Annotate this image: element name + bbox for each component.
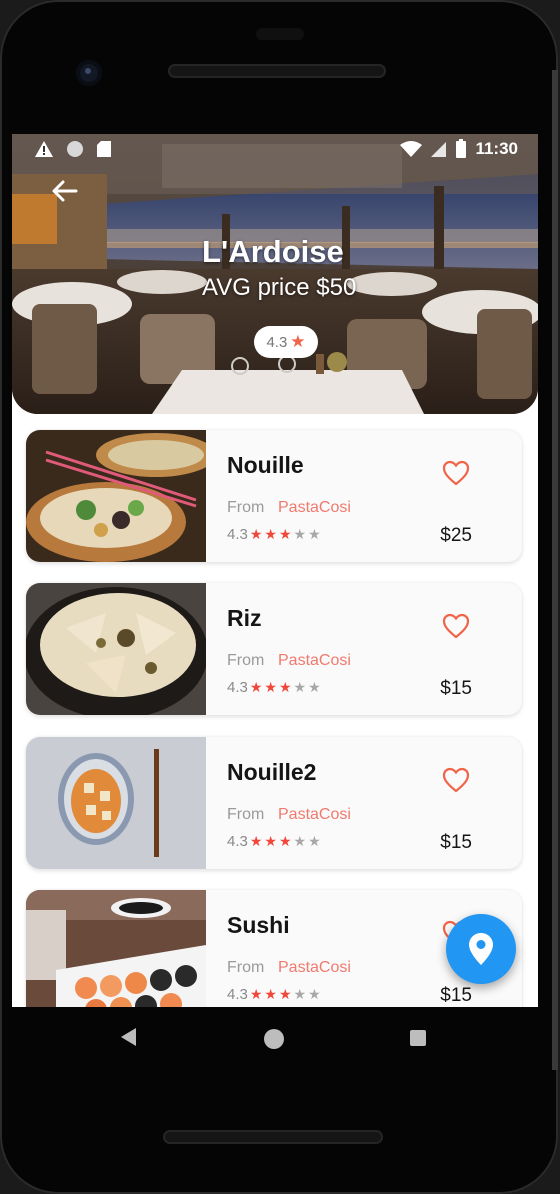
star-filled-icon: ★: [264, 679, 277, 695]
dish-image-riz: [26, 583, 206, 715]
alert-icon: [35, 141, 53, 157]
from-label: From: [227, 652, 265, 669]
dish-card[interactable]: Nouille From PastaCosi 4.3 ★ ★ ★ ★ ★ $25: [26, 430, 522, 562]
dish-rating-value: 4.3: [227, 833, 248, 850]
star-icon: ★: [290, 332, 306, 351]
star-filled-icon: ★: [249, 833, 263, 849]
restaurant-link[interactable]: PastaCosi: [278, 652, 351, 670]
star-filled-icon: ★: [278, 833, 292, 849]
nav-home-icon[interactable]: [264, 1029, 284, 1049]
dish-rating: 4.3 ★ ★ ★ ★ ★: [227, 986, 321, 1003]
dish-rating: 4.3 ★ ★ ★ ★ ★: [227, 526, 321, 543]
dish-image-nouille2: [26, 737, 206, 869]
star-empty-icon: ★: [308, 833, 321, 849]
dish-price: $25: [440, 525, 472, 546]
star-empty-icon: ★: [308, 526, 321, 542]
map-location-button[interactable]: [446, 914, 516, 984]
location-pin-icon: [469, 933, 493, 965]
bottom-speaker: [163, 1130, 383, 1144]
dish-rating: 4.3 ★ ★ ★ ★ ★: [227, 833, 321, 850]
heart-outline-icon[interactable]: [442, 613, 470, 639]
restaurant-link[interactable]: PastaCosi: [278, 499, 351, 517]
restaurant-rating-value: 4.3: [266, 333, 288, 351]
android-nav-bar: [12, 1007, 538, 1073]
nav-back-icon[interactable]: [120, 1027, 138, 1047]
heart-outline-icon[interactable]: [442, 460, 470, 486]
star-filled-icon: ★: [278, 986, 292, 1002]
phone-side-edge: [552, 70, 558, 1070]
star-filled-icon: ★: [278, 526, 292, 542]
star-empty-icon: ★: [308, 679, 321, 695]
star-empty-icon: ★: [293, 833, 307, 849]
battery-icon: [456, 139, 467, 158]
heart-outline-icon[interactable]: [442, 767, 470, 793]
dish-name: Riz: [227, 605, 262, 631]
restaurant-hero: 11:30 L'Ardoise AVG price $50 4.3 ★: [12, 134, 538, 414]
wifi-icon: [400, 141, 423, 157]
earpiece: [256, 28, 304, 40]
from-label: From: [227, 806, 265, 823]
restaurant-name: L'Ardoise: [202, 234, 344, 269]
dish-name: Sushi: [227, 912, 290, 938]
star-filled-icon: ★: [278, 679, 292, 695]
from-label: From: [227, 959, 265, 976]
sim-card-icon: [97, 141, 111, 157]
dish-rating-value: 4.3: [227, 526, 248, 543]
dish-price: $15: [440, 832, 472, 853]
restaurant-rating-badge: 4.3 ★: [254, 326, 318, 358]
app-screen: 11:30 L'Ardoise AVG price $50 4.3 ★ Noui…: [12, 134, 538, 1007]
dish-rating: 4.3 ★ ★ ★ ★ ★: [227, 679, 321, 696]
restaurant-avg-price: AVG price $50: [202, 274, 357, 301]
dish-card[interactable]: Riz From PastaCosi 4.3 ★ ★ ★ ★ ★ $15: [26, 583, 522, 715]
star-empty-icon: ★: [293, 986, 307, 1002]
star-empty-icon: ★: [293, 526, 307, 542]
star-filled-icon: ★: [264, 526, 277, 542]
star-filled-icon: ★: [249, 526, 263, 542]
front-camera: [76, 60, 102, 86]
star-empty-icon: ★: [293, 679, 307, 695]
star-filled-icon: ★: [249, 679, 263, 695]
signal-icon: [431, 142, 447, 157]
phone-frame: 11:30 L'Ardoise AVG price $50 4.3 ★ Noui…: [0, 0, 558, 1194]
status-time: 11:30: [475, 139, 518, 158]
star-filled-icon: ★: [264, 986, 277, 1002]
dish-price: $15: [440, 678, 472, 699]
star-filled-icon: ★: [264, 833, 277, 849]
restaurant-link[interactable]: PastaCosi: [278, 806, 351, 824]
dish-name: Nouille: [227, 452, 304, 478]
restaurant-link[interactable]: PastaCosi: [278, 959, 351, 977]
dish-image-nouille: [26, 430, 206, 562]
from-label: From: [227, 499, 265, 516]
dish-image-sushi: [26, 890, 206, 1007]
star-filled-icon: ★: [249, 986, 263, 1002]
back-arrow-icon[interactable]: [48, 174, 82, 208]
nav-recents-icon[interactable]: [410, 1030, 426, 1046]
dish-name: Nouille2: [227, 759, 317, 785]
circle-icon: [67, 141, 83, 157]
dish-card[interactable]: Nouille2 From PastaCosi 4.3 ★ ★ ★ ★ ★ $1…: [26, 737, 522, 869]
star-empty-icon: ★: [308, 986, 321, 1002]
dish-price: $15: [440, 985, 472, 1006]
dish-rating-value: 4.3: [227, 986, 248, 1003]
top-speaker: [168, 64, 386, 78]
dish-rating-value: 4.3: [227, 679, 248, 696]
status-bar: 11:30: [12, 134, 538, 164]
